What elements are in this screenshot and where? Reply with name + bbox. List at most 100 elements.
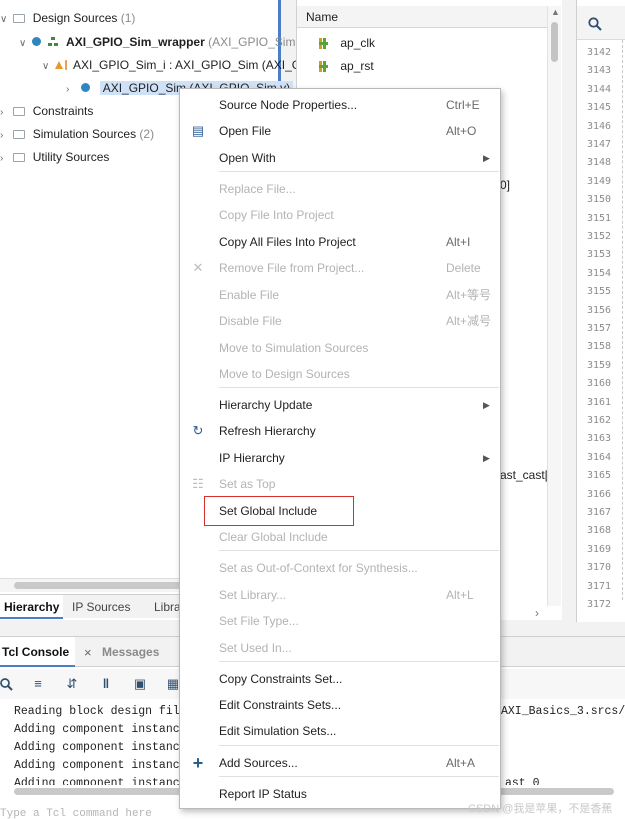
menu-item-edit-simulation-sets[interactable]: Edit Simulation Sets... [180, 718, 500, 744]
chevron-right-icon[interactable]: › [0, 148, 10, 170]
line-number: 3151 [587, 212, 612, 224]
menu-item-hierarchy-update[interactable]: Hierarchy Update ▶ [180, 392, 500, 418]
submenu-arrow-icon: ▶ [483, 400, 490, 410]
menu-item-label: Hierarchy Update [219, 398, 313, 412]
tab-tcl-console[interactable]: Tcl Console [0, 637, 76, 667]
menu-item-label: Edit Simulation Sets... [219, 724, 337, 738]
chevron-right-icon[interactable]: › [0, 102, 10, 124]
folder-icon [13, 153, 26, 162]
hierarchy-icon [47, 37, 58, 46]
verilog-module-icon [32, 37, 42, 46]
expand-all-icon[interactable]: ⇵ [64, 676, 80, 692]
line-number: 3147 [587, 139, 612, 150]
menu-item-clear-global-include: Clear Global Include [180, 524, 500, 550]
line-number: 3162 [587, 415, 612, 426]
chevron-down-icon[interactable]: ∨ [42, 56, 52, 78]
folder-icon [13, 130, 26, 139]
vertical-scrollbar[interactable]: ▲ [547, 6, 561, 606]
menu-item-label: Open With [219, 151, 276, 165]
log-line: Adding component instance [14, 723, 187, 736]
scrollbar-thumb[interactable] [551, 22, 558, 62]
tree-item-design-sources[interactable]: ∨ Design Sources (1) [0, 7, 135, 29]
search-icon[interactable] [0, 678, 13, 691]
log-line: Adding component instance [14, 759, 187, 772]
line-number: 3150 [587, 194, 612, 206]
menu-item-refresh-hierarchy[interactable]: ↻ Refresh Hierarchy [180, 418, 500, 444]
tree-item-count: (1) [120, 11, 136, 25]
port-row[interactable]: ap_rst [319, 55, 374, 77]
menu-item-set-as-out-of-context-for-synthesis: Set as Out-of-Context for Synthesis... [180, 555, 500, 581]
copy-icon[interactable]: ▣ [132, 676, 148, 692]
menu-item-set-library: Set Library... Alt+L [180, 582, 500, 608]
log-line-path: AXI_Basics_3.srcs/sc [501, 705, 625, 718]
tab-ip-sources[interactable]: IP Sources [68, 595, 134, 619]
close-icon[interactable]: × [84, 645, 92, 660]
line-number: 3172 [587, 599, 612, 610]
line-number: 3152 [587, 231, 612, 242]
chevron-down-icon[interactable]: ∨ [19, 33, 29, 55]
log-line: Reading block design file [14, 705, 187, 718]
line-number: 3169 [587, 543, 612, 555]
menu-item-set-as-top: ☷ Set as Top [180, 471, 500, 497]
menu-item-shortcut: Alt+等号 [446, 288, 492, 302]
scroll-right-icon[interactable]: › [535, 606, 539, 620]
menu-item-enable-file: Enable File Alt+等号 [180, 282, 500, 308]
menu-item-label: Set as Top [219, 477, 276, 491]
tab-messages[interactable]: Messages [98, 637, 163, 667]
watermark: CSDN @我是苹果，不是香蕉 [468, 803, 613, 815]
menu-item-label: Set File Type... [219, 614, 299, 628]
tree-item-label: AXI_GPIO_Sim_i : AXI_GPIO_Sim (AXI_G [73, 58, 302, 72]
folder-open-icon: ▤ [191, 123, 205, 138]
menu-item-copy-all-files-into-project[interactable]: Copy All Files Into Project Alt+I [180, 229, 500, 255]
chevron-right-icon[interactable]: › [66, 79, 76, 101]
line-number: 3144 [587, 83, 612, 95]
menu-item-report-ip-status[interactable]: Report IP Status [180, 781, 500, 807]
menu-item-label: Move to Design Sources [219, 367, 350, 381]
tree-item-constraints[interactable]: › Constraints [0, 100, 93, 122]
menu-item-label: Copy Constraints Set... [219, 672, 343, 686]
menu-item-edit-constraints-sets[interactable]: Edit Constraints Sets... [180, 692, 500, 718]
line-number: 3161 [587, 396, 612, 408]
scroll-up-icon[interactable]: ▲ [551, 7, 560, 17]
log-line-fragment: ast 0 [505, 777, 540, 785]
menu-item-ip-hierarchy[interactable]: IP Hierarchy ▶ [180, 445, 500, 471]
port-name: ap_rst [340, 59, 374, 73]
tree-item-wrapper[interactable]: ∨ AXI_GPIO_Sim_wrapper (AXI_GPIO_Sim [19, 31, 295, 53]
menu-item-source-node-properties[interactable]: Source Node Properties... Ctrl+E [180, 92, 500, 118]
column-header-name[interactable]: Name [297, 6, 547, 28]
block-design-icon [55, 60, 68, 70]
line-number: 3159 [587, 359, 612, 371]
editor-divider [622, 40, 623, 600]
tree-item-simulation-sources[interactable]: › Simulation Sources (2) [0, 123, 154, 145]
collapse-all-icon[interactable]: ≡ [30, 676, 46, 692]
chevron-right-icon[interactable]: › [0, 125, 10, 147]
editor-panel: 3142 3143 3144 3145 3146 3147 3148 3149 3150 3151… [576, 0, 625, 622]
highlight-annotation-box [204, 496, 354, 526]
input-port-icon [319, 61, 328, 72]
tree-item-utility-sources[interactable]: › Utility Sources [0, 146, 109, 168]
menu-item-open-with[interactable]: Open With ▶ [180, 145, 500, 171]
menu-item-copy-constraints-set[interactable]: Copy Constraints Set... [180, 666, 500, 692]
line-number: 3163 [587, 433, 612, 445]
port-row[interactable]: ap_clk [319, 32, 375, 54]
menu-item-label: Copy All Files Into Project [219, 235, 356, 249]
editor-toolbar [577, 6, 625, 40]
menu-item-add-sources[interactable]: + Add Sources... Alt+A [180, 750, 500, 776]
tree-item-bd-instance[interactable]: ∨ AXI_GPIO_Sim_i : AXI_GPIO_Sim (AXI_G [42, 54, 301, 76]
search-icon[interactable] [588, 17, 602, 31]
menu-item-shortcut: Alt+I [446, 235, 471, 249]
menu-item-shortcut: Alt+O [446, 124, 477, 138]
tree-item-label: AXI_GPIO_Sim_wrapper [66, 35, 205, 49]
menu-item-label: Edit Constraints Sets... [219, 698, 342, 712]
pause-icon[interactable]: ‖ [98, 676, 114, 692]
menu-item-label: Copy File Into Project [219, 208, 334, 222]
menu-item-label: Enable File [219, 288, 280, 302]
tab-hierarchy[interactable]: Hierarchy [0, 595, 64, 619]
tree-item-label: Simulation Sources [32, 127, 137, 141]
tab-label: Tcl Console [2, 645, 70, 659]
line-number: 3165 [587, 470, 612, 482]
chevron-down-icon[interactable]: ∨ [0, 9, 10, 31]
menu-item-open-file[interactable]: ▤ Open File Alt+O [180, 118, 500, 144]
tree-item-detail: (AXI_GPIO_Sim [208, 35, 296, 49]
menu-item-shortcut: Alt+L [446, 588, 474, 602]
